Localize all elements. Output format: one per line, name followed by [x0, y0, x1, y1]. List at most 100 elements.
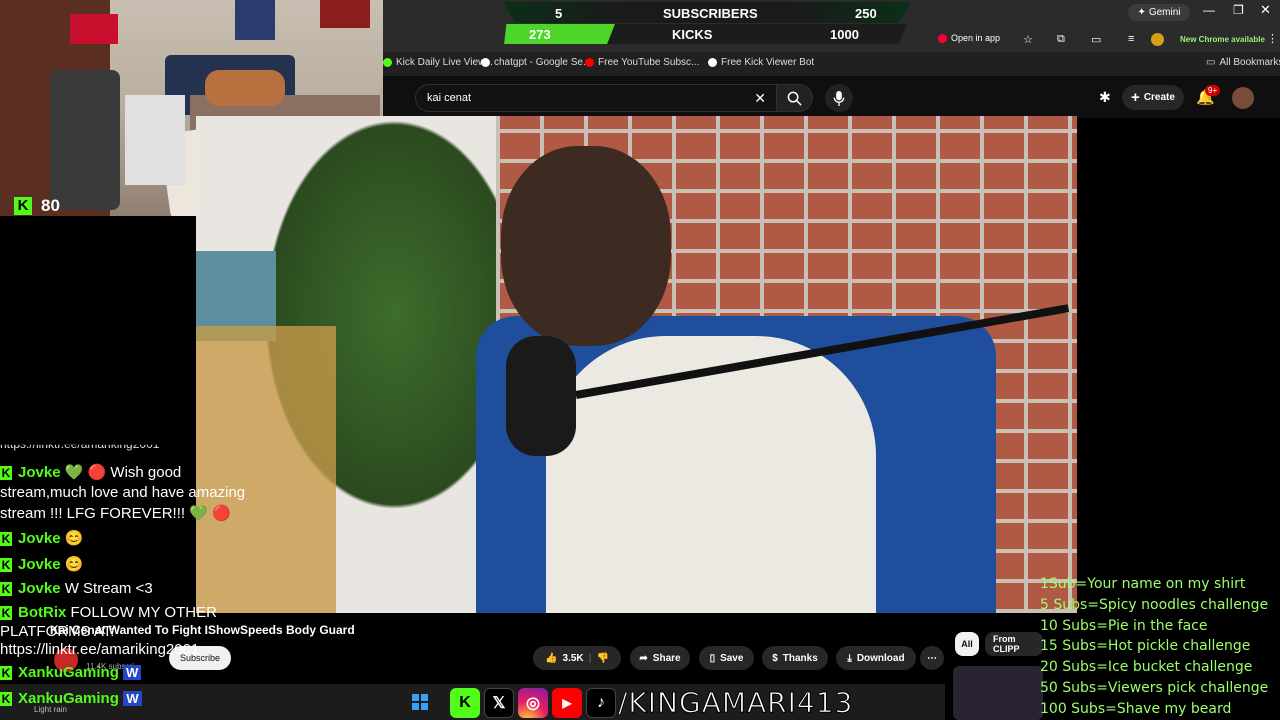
social-icons: K 𝕏 ◎ ▶ ♪ — [450, 686, 616, 720]
chat-line: PLATFORMS AT: — [0, 623, 115, 640]
kick-icon: K — [0, 532, 12, 547]
reading-list-icon[interactable]: ≡ — [1128, 33, 1134, 45]
bookmark-item[interactable]: Kick Daily Live View... — [383, 57, 493, 68]
notification-badge: 9+ — [1205, 85, 1221, 96]
avatar[interactable] — [1232, 87, 1254, 109]
sub-goals-list: 1Sub=Your name on my shirt 5 Subs=Spicy … — [1040, 574, 1280, 720]
viewer-count-value: 80 — [41, 196, 60, 215]
badge-icon: W — [123, 665, 142, 680]
bookmark-icon: ▯ — [709, 652, 716, 664]
youtube-icon — [938, 33, 947, 43]
chat-line: stream,much love and have amazing — [0, 484, 246, 501]
video-person-head — [501, 146, 671, 346]
weather-label: Light rain — [34, 705, 67, 714]
all-bookmarks-button[interactable]: ▭ All Bookmarks — [1206, 57, 1280, 68]
subs-label: SUBSCRIBERS — [663, 6, 758, 21]
chat-line: stream !!! LFG FOREVER!!! 💚 🔴 — [0, 505, 231, 522]
chat-line: K Jovke W Stream <3 — [0, 580, 153, 597]
youtube-icon: ▶ — [552, 688, 582, 718]
kick-icon: K — [0, 666, 12, 681]
more-icon: ⋯ — [927, 652, 937, 664]
close-window-icon[interactable]: ✕ — [1260, 2, 1271, 18]
chat-line: K Jovke 😊 — [0, 556, 84, 573]
sub-goal-item: 20 Subs=Ice bucket challenge — [1040, 659, 1253, 676]
chip-all[interactable]: All — [955, 632, 979, 656]
sub-goal-item: 10 Subs=Pie in the face — [1040, 617, 1208, 634]
windows-start-icon[interactable] — [412, 694, 428, 710]
video-person — [546, 336, 876, 613]
clear-search-icon[interactable]: ✕ — [754, 90, 766, 107]
thumbs-up-icon: 👍 — [545, 652, 558, 664]
kick-icon: K — [14, 197, 32, 215]
recommended-thumbnail[interactable] — [953, 666, 1043, 720]
sub-goal-item: 1Sub=Your name on my shirt — [1040, 576, 1246, 592]
extensions-icon[interactable]: ⧉ — [1057, 33, 1065, 46]
kicks-current: 273 — [529, 27, 551, 42]
kicks-goal: 1000 — [830, 27, 859, 42]
subs-current: 5 — [555, 6, 563, 21]
profile-avatar[interactable] — [1151, 33, 1164, 46]
notifications-button[interactable]: 🔔 9+ — [1196, 85, 1221, 107]
share-button[interactable]: ➦ Share — [630, 646, 690, 670]
save-button[interactable]: ▯ Save — [699, 646, 754, 670]
gemini-button[interactable]: ✦ Gemini — [1128, 4, 1190, 21]
instagram-icon: ◎ — [518, 688, 548, 718]
chat-line: K BotRix FOLLOW MY OTHER — [0, 604, 217, 621]
thumbs-down-icon: 👎 — [596, 652, 609, 664]
kicks-progress-fill — [504, 24, 615, 44]
chat-line: K Jovke 💚 🔴 Wish good — [0, 464, 182, 481]
sub-goal-item: 50 Subs=Viewers pick challenge — [1040, 679, 1269, 696]
tab-search-icon[interactable]: ▭ — [1091, 33, 1101, 46]
chat-line: K XankuGaming W — [0, 664, 142, 681]
bookmarks-bar: Kick Daily Live View... chatgpt - Google… — [383, 52, 1280, 76]
chat-line: K Jovke 😊 — [0, 530, 84, 547]
subs-goal: 250 — [855, 6, 877, 21]
sub-goal-item: 15 Subs=Hot pickle challenge — [1040, 638, 1251, 655]
tiktok-icon: ♪ — [586, 688, 616, 718]
chat-line: K XankuGaming W — [0, 690, 142, 708]
kick-icon: K — [0, 582, 12, 597]
kicks-label: KICKS — [672, 27, 713, 42]
share-icon: ➦ — [639, 652, 648, 664]
plus-icon: + — [1131, 89, 1140, 106]
create-button[interactable]: + Create — [1122, 85, 1184, 110]
bookmark-item[interactable]: Free YouTube Subsc... — [585, 57, 699, 68]
folder-icon: ▭ — [1206, 57, 1216, 68]
maximize-icon[interactable]: ❐ — [1233, 3, 1244, 17]
voice-search-button[interactable] — [825, 84, 853, 112]
menu-dots-icon[interactable]: ⋮ — [1267, 32, 1278, 45]
kick-icon: K — [0, 558, 12, 573]
thanks-button[interactable]: $ Thanks — [762, 646, 828, 670]
thanks-icon: $ — [772, 652, 778, 664]
bookmark-item[interactable]: Free Kick Viewer Bot — [708, 57, 814, 68]
bookmark-item[interactable]: chatgpt - Google Se... — [481, 57, 591, 68]
download-icon: ⤓ — [847, 652, 852, 664]
download-button[interactable]: ⤓ Download — [836, 646, 916, 670]
search-button[interactable] — [777, 84, 813, 112]
like-dislike-button[interactable]: 👍 3.5K | 👎 — [533, 646, 621, 670]
kick-icon — [383, 58, 392, 67]
video-player[interactable] — [196, 116, 1077, 613]
star-icon[interactable]: ☆ — [1023, 33, 1033, 46]
more-actions-button[interactable]: ⋯ — [920, 646, 944, 670]
youtube-icon — [585, 58, 594, 67]
kick-icon: K — [0, 691, 12, 706]
kick-icon: K — [450, 688, 480, 718]
viewer-count: K 80 — [14, 196, 60, 216]
search-input[interactable]: kai cenat ✕ — [415, 84, 777, 112]
video-microphone — [506, 336, 576, 456]
chat-line: https://linktr.ee/amariking2001 — [0, 437, 160, 451]
globe-icon — [708, 58, 717, 67]
kick-icon: K — [0, 606, 12, 621]
new-chrome-badge[interactable]: New Chrome available — [1180, 35, 1265, 44]
open-in-app-button[interactable]: Open in app — [938, 33, 1000, 43]
minimize-icon[interactable]: — — [1203, 3, 1215, 17]
ai-sparkle-icon[interactable]: ✱ — [1099, 89, 1111, 106]
chat-line: https://linktr.ee/amariking2001 — [0, 641, 200, 658]
sub-goal-item: 100 Subs=Shave my beard — [1040, 700, 1232, 717]
kick-icon: K — [0, 466, 12, 481]
stream-chat: https://linktr.ee/amariking2001 K Jovke 💚… — [0, 440, 270, 720]
google-icon — [481, 58, 490, 67]
badge-icon: W — [123, 691, 142, 706]
chip-from-channel[interactable]: From CLIPP — [985, 632, 1043, 656]
